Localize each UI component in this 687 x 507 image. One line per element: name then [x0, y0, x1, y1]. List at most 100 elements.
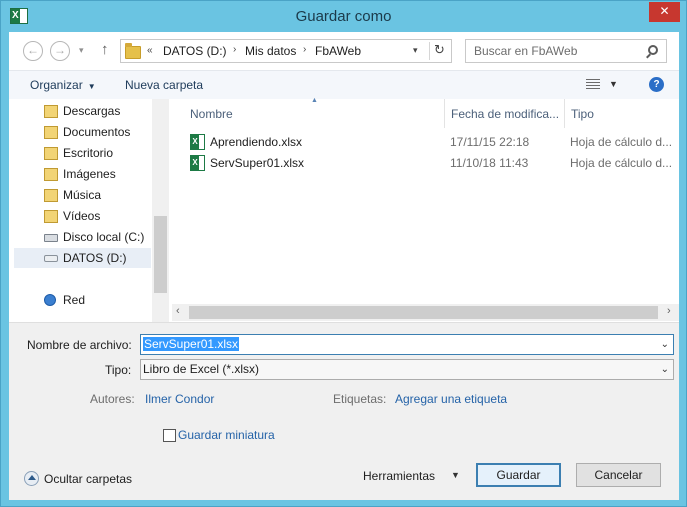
help-icon[interactable]: ? [649, 77, 664, 92]
column-header-type[interactable]: Tipo [564, 99, 676, 128]
sidebar-item-label: Descargas [63, 104, 121, 118]
navigation-row: ← → ▾ ↑ « DATOS (D:) › Mis datos › FbAWe… [9, 32, 679, 69]
address-bar[interactable]: « DATOS (D:) › Mis datos › FbAWeb ▾ ↻ [120, 39, 452, 63]
filename-value: ServSuper01.xlsx [143, 337, 240, 351]
nav-list: Descargas Documentos Escritorio Imágenes… [9, 99, 152, 322]
file-type-value: Libro de Excel (*.xlsx) [143, 362, 260, 376]
breadcrumb-datos[interactable]: DATOS (D:) [163, 44, 227, 58]
view-options-icon[interactable] [586, 79, 600, 90]
cancel-button[interactable]: Cancelar [576, 463, 661, 487]
column-header-label: Nombre [190, 107, 233, 121]
caret-down-icon[interactable]: ▼ [451, 470, 460, 480]
sidebar-item-datos[interactable]: DATOS (D:) [14, 248, 151, 268]
drive-icon [44, 255, 58, 262]
back-button[interactable]: ← [23, 41, 43, 61]
file-list-scrollbar-thumb[interactable] [189, 306, 658, 319]
folder-icon [125, 43, 141, 59]
drive-icon [44, 234, 58, 242]
folder-icon [44, 105, 58, 118]
refresh-icon[interactable]: ↻ [434, 42, 445, 58]
table-row[interactable]: Aprendiendo.xlsx 17/11/15 22:18 Hoja de … [184, 132, 676, 152]
breadcrumb-fbaweb[interactable]: FbAWeb [315, 44, 361, 58]
folder-icon [44, 126, 58, 139]
chevron-down-icon[interactable]: ▾ [413, 45, 418, 56]
column-header-name[interactable]: Nombre [184, 99, 445, 128]
save-button[interactable]: Guardar [476, 463, 561, 487]
view-options-dropdown[interactable]: ▼ [609, 79, 618, 89]
table-row[interactable]: ServSuper01.xlsx 11/10/18 11:43 Hoja de … [184, 153, 676, 173]
filename-label: Nombre de archivo: [27, 338, 132, 352]
save-thumbnail-label[interactable]: Guardar miniatura [178, 428, 275, 442]
file-date: 11/10/18 11:43 [450, 156, 529, 170]
search-input[interactable]: Buscar en FbAWeb [465, 39, 667, 63]
folder-icon [44, 147, 58, 160]
sidebar-item-label: Imágenes [63, 167, 116, 181]
file-type: Hoja de cálculo d... [570, 135, 673, 149]
file-list-scrollbar[interactable]: ‹ › [172, 304, 679, 321]
sidebar-item-imagenes[interactable]: Imágenes [14, 164, 151, 184]
chevron-down-icon[interactable]: ⌄ [661, 339, 669, 350]
filename-input[interactable]: ServSuper01.xlsx ⌄ [140, 334, 674, 355]
nav-scrollbar-thumb[interactable] [154, 216, 167, 293]
dialog-body: ← → ▾ ↑ « DATOS (D:) › Mis datos › FbAWe… [9, 32, 679, 500]
search-placeholder: Buscar en FbAWeb [474, 44, 578, 58]
file-type-select[interactable]: Libro de Excel (*.xlsx) ⌄ [140, 359, 674, 380]
excel-file-icon [190, 155, 205, 171]
breadcrumb-separator[interactable]: › [303, 44, 306, 55]
organize-label: Organizar [30, 78, 83, 92]
sidebar-item-label: Vídeos [63, 209, 101, 223]
arrow-left-icon: ← [27, 43, 39, 57]
save-options-panel: Nombre de archivo: ServSuper01.xlsx ⌄ Ti… [9, 322, 679, 500]
navigation-pane: Descargas Documentos Escritorio Imágenes… [9, 99, 169, 322]
folder-icon [44, 168, 58, 181]
breadcrumb-overflow[interactable]: « [147, 45, 153, 56]
network-icon [44, 294, 56, 306]
breadcrumb-mis-datos[interactable]: Mis datos [245, 44, 296, 58]
title-bar[interactable]: X Guardar como ✕ [1, 1, 686, 32]
column-header-date[interactable]: Fecha de modifica... [444, 99, 564, 128]
sidebar-item-label: Música [63, 188, 102, 202]
sidebar-item-disco-local[interactable]: Disco local (C:) [14, 227, 151, 247]
sidebar-item-label: Red [63, 293, 86, 307]
new-folder-button[interactable]: Nueva carpeta [125, 78, 203, 92]
authors-label: Autores: [90, 392, 135, 406]
tags-field[interactable]: Agregar una etiqueta [395, 392, 507, 406]
search-icon[interactable] [648, 45, 658, 55]
address-divider [429, 42, 430, 60]
sidebar-item-label: DATOS (D:) [63, 251, 127, 265]
sidebar-item-documentos[interactable]: Documentos [14, 122, 151, 142]
sidebar-item-label: Documentos [63, 125, 131, 139]
caret-down-icon: ▼ [87, 82, 96, 91]
sidebar-item-musica[interactable]: Música [14, 185, 151, 205]
sidebar-item-escritorio[interactable]: Escritorio [14, 143, 151, 163]
arrow-right-icon: → [54, 43, 66, 57]
up-button[interactable]: ↑ [101, 41, 109, 59]
organize-button[interactable]: Organizar ▼ [30, 78, 96, 92]
breadcrumb-separator[interactable]: › [233, 44, 236, 55]
sidebar-item-red[interactable]: Red [14, 290, 151, 310]
sidebar-item-descargas[interactable]: Descargas [14, 101, 151, 121]
column-header-label: Tipo [571, 107, 594, 121]
save-thumbnail-checkbox[interactable] [163, 429, 176, 442]
sidebar-item-videos[interactable]: Vídeos [14, 206, 151, 226]
scroll-left-icon[interactable]: ‹ [176, 305, 180, 317]
forward-button[interactable]: → [50, 41, 70, 61]
sidebar-item-label: Escritorio [63, 146, 114, 160]
column-header-label: Fecha de modifica... [451, 107, 560, 121]
nav-scrollbar[interactable] [152, 99, 169, 322]
command-bar: Organizar ▼ Nueva carpeta ▼ ? [9, 70, 679, 99]
chevron-up-icon[interactable] [24, 471, 39, 486]
authors-field[interactable]: Ilmer Condor [145, 392, 214, 406]
recent-locations-button[interactable]: ▾ [79, 45, 84, 56]
excel-file-icon [190, 134, 205, 150]
tools-button[interactable]: Herramientas [363, 469, 435, 483]
file-date: 17/11/15 22:18 [450, 135, 530, 149]
file-type: Hoja de cálculo d... [570, 156, 673, 170]
chevron-down-icon[interactable]: ⌄ [661, 364, 669, 375]
scroll-right-icon[interactable]: › [667, 305, 671, 317]
hide-folders-button[interactable]: Ocultar carpetas [44, 472, 132, 486]
close-button[interactable]: ✕ [649, 2, 680, 22]
file-type-label: Tipo: [105, 363, 132, 377]
folder-icon [44, 210, 58, 223]
arrow-up-icon: ↑ [101, 41, 109, 58]
